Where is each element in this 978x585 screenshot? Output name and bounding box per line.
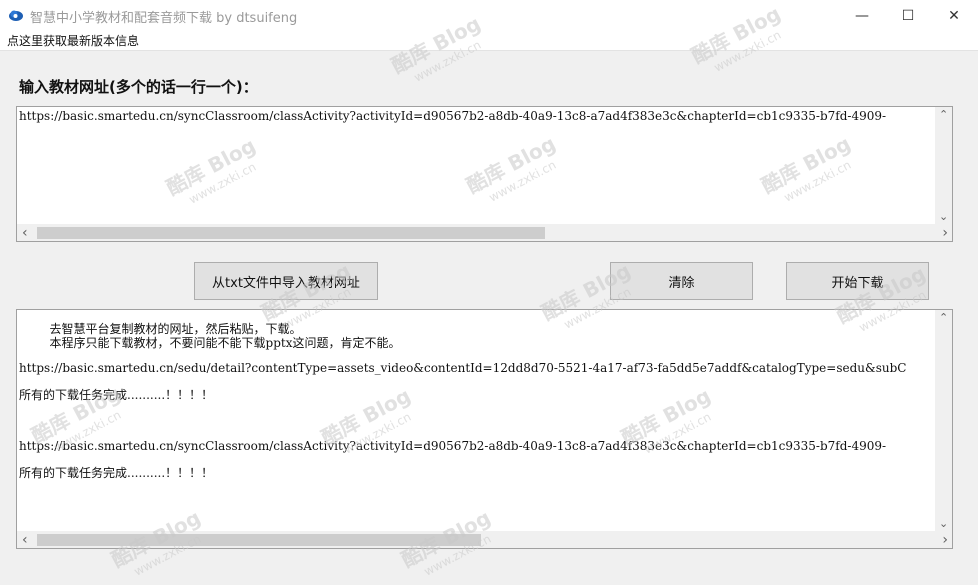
close-icon: ✕ — [948, 7, 960, 24]
horizontal-scroll-thumb[interactable] — [37, 227, 545, 239]
clear-button[interactable]: 清除 — [610, 262, 753, 300]
minimize-icon: — — [855, 7, 869, 24]
import-txt-button[interactable]: 从txt文件中导入教材网址 — [194, 262, 378, 300]
scroll-down-icon[interactable]: ⌄ — [939, 518, 948, 529]
log-vertical-scrollbar[interactable]: ⌃ ⌄ — [935, 310, 952, 532]
maximize-icon: ☐ — [901, 7, 915, 24]
log-url-line: https://basic.smartedu.cn/syncClassroom/… — [19, 439, 887, 453]
log-url-line: https://basic.smartedu.cn/sedu/detail?co… — [19, 361, 907, 375]
url-input-textarea[interactable]: https://basic.smartedu.cn/syncClassroom/… — [16, 106, 953, 242]
menu-bar: 点这里获取最新版本信息 — [0, 31, 978, 51]
scroll-left-icon[interactable]: ‹ — [22, 533, 28, 547]
scroll-up-icon[interactable]: ⌃ — [939, 109, 948, 120]
input-label: 输入教材网址(多个的话一行一个)： — [19, 78, 258, 96]
title-bar: 智慧中小学教材和配套音频下载 by dtsuifeng — ☐ ✕ — [0, 0, 978, 31]
log-done-line: 所有的下载任务完成..........！！！！ — [19, 466, 214, 480]
start-download-button[interactable]: 开始下载 — [786, 262, 929, 300]
log-output-textarea[interactable]: 去智慧平台复制教材的网址，然后粘贴，下载。 本程序只能下载教材，不要问能不能下载… — [16, 309, 953, 549]
url-input-value: https://basic.smartedu.cn/syncClassroom/… — [19, 109, 887, 123]
url-input-horizontal-scrollbar[interactable]: ‹ › — [17, 224, 952, 241]
scroll-left-icon[interactable]: ‹ — [22, 226, 28, 240]
scroll-down-icon[interactable]: ⌄ — [939, 211, 948, 222]
horizontal-scroll-thumb[interactable] — [37, 534, 481, 546]
scroll-up-icon[interactable]: ⌃ — [939, 312, 948, 323]
close-button[interactable]: ✕ — [931, 0, 977, 31]
minimize-button[interactable]: — — [839, 0, 885, 31]
log-done-line: 所有的下载任务完成..........！！！！ — [19, 388, 214, 402]
log-intro-line2: 本程序只能下载教材，不要问能不能下载pptx这问题，肯定不能。 — [19, 336, 401, 350]
window-title: 智慧中小学教材和配套音频下载 by dtsuifeng — [30, 11, 298, 26]
maximize-button[interactable]: ☐ — [885, 0, 931, 31]
url-input-vertical-scrollbar[interactable]: ⌃ ⌄ — [935, 107, 952, 225]
update-info-link[interactable]: 点这里获取最新版本信息 — [7, 32, 139, 49]
scroll-right-icon[interactable]: › — [942, 533, 948, 547]
scroll-right-icon[interactable]: › — [942, 226, 948, 240]
log-horizontal-scrollbar[interactable]: ‹ › — [17, 531, 952, 548]
app-cloud-icon — [9, 10, 23, 21]
